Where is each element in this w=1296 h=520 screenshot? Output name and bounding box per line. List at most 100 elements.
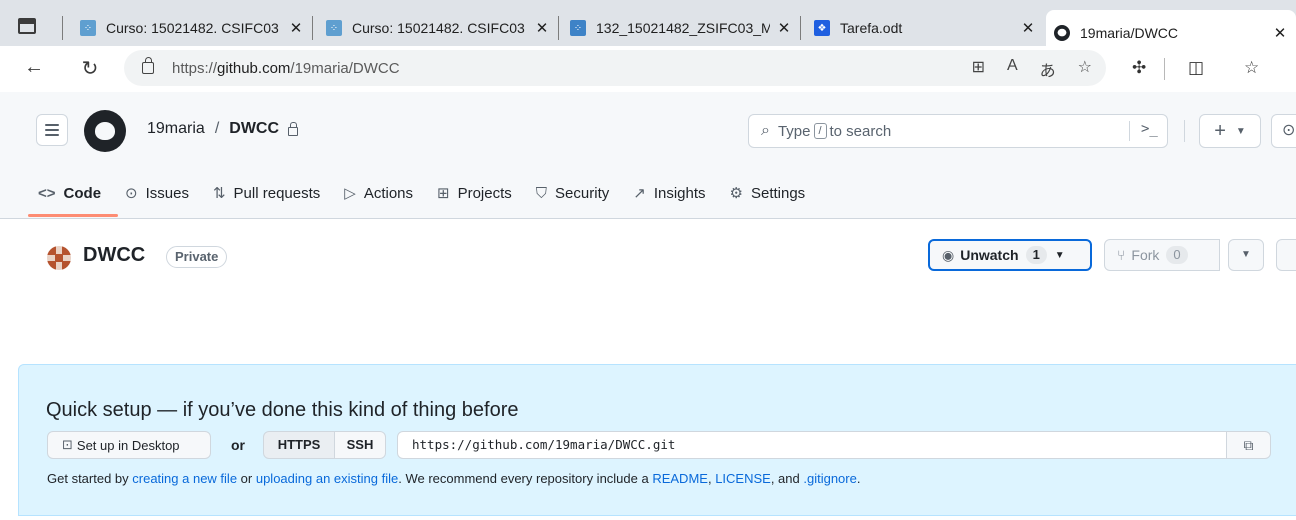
license-link[interactable]: LICENSE <box>715 471 771 486</box>
tab-actions-icon[interactable] <box>18 18 36 34</box>
clone-url-input[interactable]: https://github.com/19maria/DWCC.git <box>397 431 1227 459</box>
unwatch-label: Unwatch <box>960 247 1019 263</box>
tab-settings[interactable]: ⚙ Settings <box>729 184 806 203</box>
setup-desktop-button[interactable]: ⊡ Set up in Desktop <box>47 431 211 459</box>
command-palette-icon[interactable]: >_ <box>1141 121 1158 137</box>
close-icon[interactable]: ✕ <box>288 19 304 37</box>
issues-shortcut-button[interactable]: ⊙ <box>1271 114 1296 148</box>
tab-title: Tarefa.odt <box>840 20 903 36</box>
url-actions: ⊞ A あ ☆ <box>972 57 1092 81</box>
issue-icon: ⊙ <box>1282 122 1296 139</box>
play-icon: ▷ <box>344 185 356 202</box>
tab-label: Issues <box>145 184 189 202</box>
close-icon[interactable]: ✕ <box>1272 24 1288 42</box>
moodle-icon: ⁘ <box>570 20 586 36</box>
browser-tab-tarefa[interactable]: ❖ Tarefa.odt ✕ <box>806 10 1044 46</box>
browser-tab-moodle-2[interactable]: ⁘ Curso: 15021482. CSIFC03 ✕ <box>318 10 558 46</box>
tab-label: Projects <box>457 184 512 202</box>
tab-insights[interactable]: ↗ Insights <box>633 184 706 203</box>
fork-button[interactable]: ⑂ Fork 0 <box>1104 239 1220 271</box>
tab-separator <box>558 16 559 40</box>
repo-link[interactable]: DWCC <box>229 120 279 138</box>
close-icon[interactable]: ✕ <box>776 19 792 37</box>
app-available-icon[interactable]: ⊞ <box>972 57 985 81</box>
quick-setup-heading: Quick setup — if you’ve done this kind o… <box>46 399 519 421</box>
unwatch-button[interactable]: ◉ Unwatch 1 ▼ <box>928 239 1092 271</box>
tab-projects[interactable]: ⊞ Projects <box>437 184 512 203</box>
or-label: or <box>231 437 245 453</box>
avatar[interactable] <box>47 246 71 270</box>
tab-label: Actions <box>363 184 414 202</box>
close-icon[interactable]: ✕ <box>534 19 550 37</box>
chevron-down-icon: ▼ <box>1054 249 1065 261</box>
https-toggle[interactable]: HTTPS <box>263 431 335 459</box>
split-screen-icon[interactable]: ◫ <box>1188 58 1204 78</box>
favorites-list-icon[interactable]: ☆ <box>1244 58 1259 78</box>
tab-actions[interactable]: ▷ Actions <box>344 184 414 203</box>
create-new-file-link[interactable]: creating a new file <box>132 471 237 486</box>
moodle-icon: ⁘ <box>326 20 342 36</box>
pull-request-icon: ⇅ <box>212 185 226 202</box>
tab-title: Curso: 15021482. CSIFC03 <box>352 20 525 36</box>
hint-text: or <box>237 471 256 486</box>
url-field[interactable]: https://github.com/19maria/DWCC ⊞ A あ ☆ <box>124 50 1106 86</box>
browser-tab-zsifc[interactable]: ⁘ 132_15021482_ZSIFC03_M ✕ <box>562 10 800 46</box>
tab-label: Security <box>555 184 610 202</box>
tab-security[interactable]: ⛉ Security <box>536 185 609 202</box>
plus-icon: + <box>1214 119 1226 142</box>
fork-dropdown-button[interactable]: ▼ <box>1228 239 1264 271</box>
address-bar-row: ← ↻ https://github.com/19maria/DWCC ⊞ A … <box>0 46 1296 92</box>
create-new-button[interactable]: + ▼ <box>1199 114 1261 148</box>
refresh-icon[interactable]: ↻ <box>78 56 102 81</box>
readme-link[interactable]: README <box>652 471 708 486</box>
close-icon[interactable]: ✕ <box>1020 19 1036 37</box>
tab-title: 132_15021482_ZSIFC03_M <box>596 20 770 36</box>
github-logo-icon[interactable] <box>84 110 126 152</box>
tab-label: Insights <box>653 184 706 202</box>
fork-label: Fork <box>1131 247 1160 263</box>
lock-icon <box>288 121 299 136</box>
shield-icon: ⛉ <box>535 184 548 202</box>
lock-icon <box>142 57 154 74</box>
chevron-down-icon: ▼ <box>1235 125 1246 137</box>
tab-pull-requests[interactable]: ⇅ Pull requests <box>212 184 321 203</box>
header-separator <box>1184 120 1185 142</box>
tab-code[interactable]: <> Code <box>38 185 101 202</box>
code-icon: <> <box>38 184 56 202</box>
gear-icon: ⚙ <box>729 185 743 202</box>
gitignore-link[interactable]: .gitignore <box>803 471 856 486</box>
panel-divider <box>19 515 1296 516</box>
eye-icon: ◉ <box>942 246 955 263</box>
search-placeholder-suffix: to search <box>829 122 892 140</box>
extensions-icon[interactable]: ✣ <box>1132 58 1146 78</box>
tab-title: Curso: 15021482. CSIFC03 <box>106 20 279 36</box>
upload-file-link[interactable]: uploading an existing file <box>256 471 398 486</box>
browser-tab-moodle-1[interactable]: ⁘ Curso: 15021482. CSIFC03 ✕ <box>72 10 312 46</box>
ssh-toggle[interactable]: SSH <box>334 431 386 459</box>
breadcrumb-separator: / <box>214 120 220 137</box>
search-icon: ⌕ <box>761 122 770 139</box>
favorite-star-icon[interactable]: ☆ <box>1078 57 1092 81</box>
hint-text: Get started by <box>47 471 133 486</box>
dropbox-icon: ❖ <box>814 20 830 36</box>
tab-separator <box>62 16 63 40</box>
translate-icon[interactable]: あ <box>1040 57 1056 81</box>
url-host: github.com <box>217 59 291 77</box>
star-button[interactable] <box>1276 239 1296 271</box>
read-aloud-icon[interactable]: A <box>1007 57 1018 81</box>
desktop-download-icon: ⊡ <box>62 437 73 452</box>
repo-nav: <> Code ⊙ Issues ⇅ Pull requests ▷ Actio… <box>38 180 829 206</box>
repo-title[interactable]: DWCC <box>83 244 145 267</box>
owner-link[interactable]: 19maria <box>147 120 205 138</box>
github-header: 19maria / DWCC ⌕ Type / to search >_ + ▼ … <box>0 92 1296 219</box>
search-divider <box>1129 121 1130 141</box>
tab-title: 19maria/DWCC <box>1080 25 1179 41</box>
back-arrow-icon[interactable]: ← <box>22 56 46 79</box>
tab-label: Pull requests <box>233 184 321 202</box>
tab-issues[interactable]: ⊙ Issues <box>125 184 189 203</box>
hamburger-menu-button[interactable] <box>36 114 68 146</box>
copy-url-button[interactable]: ⧉ <box>1226 431 1271 459</box>
tab-label: Code <box>63 184 102 202</box>
search-input[interactable]: ⌕ Type / to search >_ <box>748 114 1168 148</box>
hint-text: . We recommend every repository include … <box>398 471 653 486</box>
